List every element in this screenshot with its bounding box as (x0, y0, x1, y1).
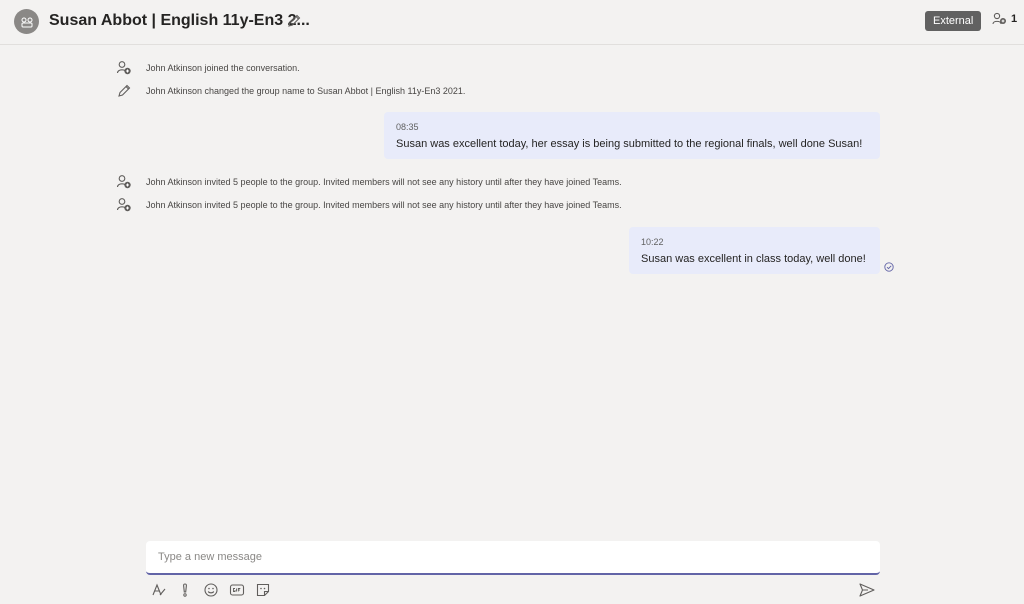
format-icon[interactable] (150, 581, 168, 599)
group-icon (21, 17, 32, 27)
gif-icon[interactable] (228, 581, 246, 599)
group-avatar[interactable] (14, 9, 39, 34)
message-input[interactable] (146, 541, 880, 573)
emoji-icon[interactable] (202, 581, 220, 599)
compose-toolbar (150, 581, 272, 599)
external-badge: External (925, 11, 982, 31)
event-text: John Atkinson invited 5 people to the gr… (146, 177, 622, 187)
pencil-icon (116, 83, 132, 99)
chat-header: Susan Abbot | English 11y-En3 2... Exter… (0, 0, 1024, 45)
chat-title: Susan Abbot | English 11y-En3 2... (49, 12, 310, 29)
send-icon[interactable] (858, 581, 876, 599)
message-text: Susan was excellent today, her essay is … (396, 138, 863, 150)
message-bubble[interactable]: 10:22 Susan was excellent in class today… (629, 227, 880, 274)
person-add-icon (116, 174, 132, 190)
system-event: John Atkinson changed the group name to … (116, 83, 465, 99)
message-text: Susan was excellent in class today, well… (641, 253, 866, 265)
sticker-icon[interactable] (254, 581, 272, 599)
person-add-icon (116, 60, 132, 76)
edit-name-icon[interactable] (286, 13, 302, 29)
participants-button[interactable]: 1 (992, 12, 1017, 26)
event-text: John Atkinson invited 5 people to the gr… (146, 200, 622, 210)
message-bubble[interactable]: 08:35 Susan was excellent today, her ess… (384, 112, 880, 159)
compose-box[interactable] (146, 541, 880, 575)
message-time: 08:35 (396, 122, 419, 132)
people-icon (992, 12, 1006, 25)
seen-check-icon (884, 262, 894, 272)
system-event: John Atkinson joined the conversation. (116, 60, 300, 76)
system-event: John Atkinson invited 5 people to the gr… (116, 197, 622, 213)
important-icon[interactable] (176, 581, 194, 599)
person-add-icon (116, 197, 132, 213)
message-time: 10:22 (641, 237, 664, 247)
event-text: John Atkinson joined the conversation. (146, 63, 300, 73)
event-text: John Atkinson changed the group name to … (146, 86, 466, 96)
system-event: John Atkinson invited 5 people to the gr… (116, 174, 622, 190)
participant-count: 1 (1011, 13, 1018, 25)
